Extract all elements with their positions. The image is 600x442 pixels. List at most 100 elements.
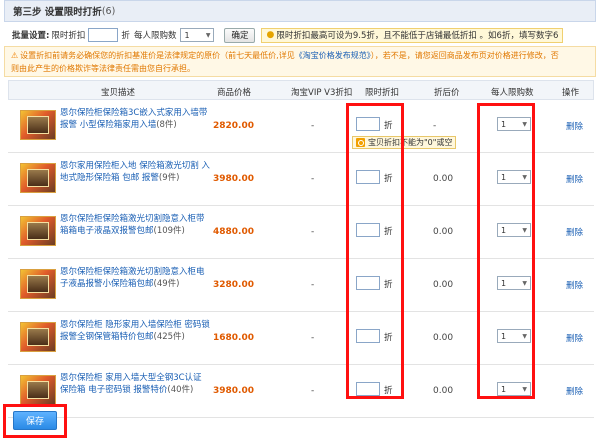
delete-link[interactable]: 删除 <box>566 226 583 238</box>
vip-discount: - <box>311 227 315 237</box>
table-row: 恩尔保险柜保险箱激光切割隐意入柜电子液晶报警小保险箱包邮(49件) 3280.0… <box>8 259 594 312</box>
limit-select[interactable]: 1 ▼ <box>497 276 531 290</box>
product-price: 2820.00 <box>213 121 254 131</box>
product-thumbnail[interactable] <box>20 110 56 140</box>
product-name[interactable]: 恩尔保险柜保险箱激光切割隐意入柜带箱箱电子液晶双报警包邮(109件) <box>60 214 210 237</box>
batch-discount-input[interactable] <box>88 28 119 42</box>
after-price: 0.00 <box>433 227 454 237</box>
product-thumbnail[interactable] <box>20 216 56 246</box>
product-price: 3980.00 <box>213 386 254 396</box>
notice-line1-pre: 设置折扣前请务必确保您的折扣基准价是法律规定的原价（前七天最低价,详见 <box>20 51 295 60</box>
batch-limit-value: 1 <box>184 30 190 40</box>
discount-unit: 折 <box>384 386 393 396</box>
error-tip-text: 宝贝折扣不能为"0"或空 <box>368 138 453 147</box>
product-name[interactable]: 恩尔保险柜保险箱3C嵌入式家用入墙带报警 小型保险箱家用入墙(8件) <box>60 108 210 131</box>
table-row: 恩尔家用保险柜入地 保险箱激光切割 入地式隐形保险箱 包邮 报警(9件) 398… <box>8 153 594 206</box>
chevron-down-icon: ▼ <box>522 279 527 287</box>
chevron-down-icon: ▼ <box>522 173 527 181</box>
batch-unit: 折 <box>121 31 130 41</box>
notice-line2: 则由此产生的价格欺诈等法律责任需由您自行承担。 <box>11 63 195 73</box>
chevron-down-icon: ▼ <box>522 332 527 340</box>
col-price: 商品价格 <box>217 88 252 98</box>
price-notice: ⚠ 设置折扣前请务必确保您的折扣基准价是法律规定的原价（前七天最低价,详见《淘宝价… <box>4 46 596 77</box>
product-price: 3280.00 <box>213 280 254 290</box>
vip-discount: - <box>311 280 315 290</box>
after-price: 0.00 <box>433 174 454 184</box>
table-row: 恩尔保险柜 家用入墙大型全钢3C认证保险箱 电子密码锁 报警特价(40件) 39… <box>8 365 594 418</box>
col-limit: 每人限购数 <box>491 88 534 98</box>
limit-select[interactable]: 1 ▼ <box>497 382 531 396</box>
confirm-button[interactable]: 确定 <box>224 27 256 43</box>
after-price: - <box>433 121 437 131</box>
chevron-down-icon: ▼ <box>205 31 211 39</box>
col-op: 操作 <box>562 88 580 98</box>
batch-tip: ● 限时折扣最高可设为9.5折，且不能低于店铺最低折扣 。如6折，填写数字6 <box>261 27 564 43</box>
delete-link[interactable]: 删除 <box>566 332 583 344</box>
discount-input[interactable] <box>356 382 380 396</box>
batch-tip-text: 限时折扣最高可设为9.5折，且不能低于店铺最低折扣 。如6折，填写数字6 <box>276 31 559 41</box>
vip-discount: - <box>311 174 315 184</box>
discount-input[interactable] <box>356 170 380 184</box>
delete-link[interactable]: 删除 <box>566 385 583 397</box>
vip-discount: - <box>311 386 315 396</box>
product-thumbnail[interactable] <box>20 163 56 193</box>
vip-discount: - <box>311 121 315 131</box>
discount-table: 宝贝描述 商品价格 淘宝VIP V3折扣 限时折扣 折后价 每人限购数 操作 恩… <box>8 80 594 418</box>
discount-input[interactable] <box>356 117 380 131</box>
product-thumbnail[interactable] <box>20 375 56 405</box>
discount-unit: 折 <box>384 227 393 237</box>
discount-input[interactable] <box>356 223 380 237</box>
after-price: 0.00 <box>433 386 454 396</box>
product-price: 3980.00 <box>213 174 254 184</box>
step-count: (6) <box>101 5 116 17</box>
chevron-down-icon: ▼ <box>522 385 527 393</box>
limit-select[interactable]: 1 ▼ <box>497 170 531 184</box>
notice-line1-post: ），若不是，请您返回商品发布页对价格进行修改，否 <box>370 51 559 60</box>
discount-unit: 折 <box>384 280 393 290</box>
step-title: 第三步 设置限时打折 <box>13 7 102 18</box>
discount-input[interactable] <box>356 276 380 290</box>
product-name[interactable]: 恩尔保险柜 隐形家用入墙保险柜 密码锁报警全钢保管箱特价包邮(425件) <box>60 320 210 343</box>
chevron-down-icon: ▼ <box>522 120 527 128</box>
table-row: 恩尔保险柜保险箱激光切割隐意入柜带箱箱电子液晶双报警包邮(109件) 4880.… <box>8 206 594 259</box>
col-vip: 淘宝VIP V3折扣 <box>291 88 353 98</box>
product-name[interactable]: 恩尔保险柜 家用入墙大型全钢3C认证保险箱 电子密码锁 报警特价(40件) <box>60 373 210 396</box>
limit-select[interactable]: 1 ▼ <box>497 117 531 131</box>
limit-select[interactable]: 1 ▼ <box>497 223 531 237</box>
table-row: 恩尔保险柜保险箱3C嵌入式家用入墙带报警 小型保险箱家用入墙(8件) 2820.… <box>8 100 594 153</box>
product-name[interactable]: 恩尔家用保险柜入地 保险箱激光切割 入地式隐形保险箱 包邮 报警(9件) <box>60 161 210 184</box>
step-header: 第三步 设置限时打折 (6) <box>4 0 596 22</box>
lock-icon <box>356 138 365 147</box>
batch-limit-select[interactable]: 1 ▼ <box>180 28 215 42</box>
vip-discount: - <box>311 333 315 343</box>
discount-unit: 折 <box>384 174 393 184</box>
save-button[interactable]: 保存 <box>13 411 57 430</box>
table-header: 宝贝描述 商品价格 淘宝VIP V3折扣 限时折扣 折后价 每人限购数 操作 <box>8 80 594 100</box>
after-price: 0.00 <box>433 333 454 343</box>
batch-limit-label: 每人限购数 <box>133 31 177 41</box>
product-name[interactable]: 恩尔保险柜保险箱激光切割隐意入柜电子液晶报警小保险箱包邮(49件) <box>60 267 210 290</box>
batch-label: 批量设置: <box>12 31 50 41</box>
table-row: 恩尔保险柜 隐形家用入墙保险柜 密码锁报警全钢保管箱特价包邮(425件) 168… <box>8 312 594 365</box>
chevron-down-icon: ▼ <box>522 226 527 234</box>
delete-link[interactable]: 删除 <box>566 279 583 291</box>
discount-input[interactable] <box>356 329 380 343</box>
delete-link[interactable]: 删除 <box>566 173 583 185</box>
col-item: 宝贝描述 <box>101 88 136 98</box>
limit-select[interactable]: 1 ▼ <box>497 329 531 343</box>
batch-discount-label: 限时折扣 <box>51 31 86 41</box>
product-price: 1680.00 <box>213 333 254 343</box>
delete-link[interactable]: 删除 <box>566 120 583 132</box>
warning-icon: ⚠ <box>11 51 19 60</box>
price-policy-link[interactable]: 《淘宝价格发布规范》 <box>295 51 371 60</box>
product-thumbnail[interactable] <box>20 322 56 352</box>
product-thumbnail[interactable] <box>20 269 56 299</box>
col-after: 折后价 <box>434 88 460 98</box>
discount-unit: 折 <box>384 333 393 343</box>
after-price: 0.00 <box>433 280 454 290</box>
lightbulb-icon: ● <box>266 30 275 40</box>
product-price: 4880.00 <box>213 227 254 237</box>
discount-unit: 折 <box>384 121 393 131</box>
col-discount: 限时折扣 <box>365 88 400 98</box>
batch-settings: 批量设置: 限时折扣 折 每人限购数 1 ▼ 确定 ● 限时折扣最高可设为9.5… <box>12 27 564 43</box>
